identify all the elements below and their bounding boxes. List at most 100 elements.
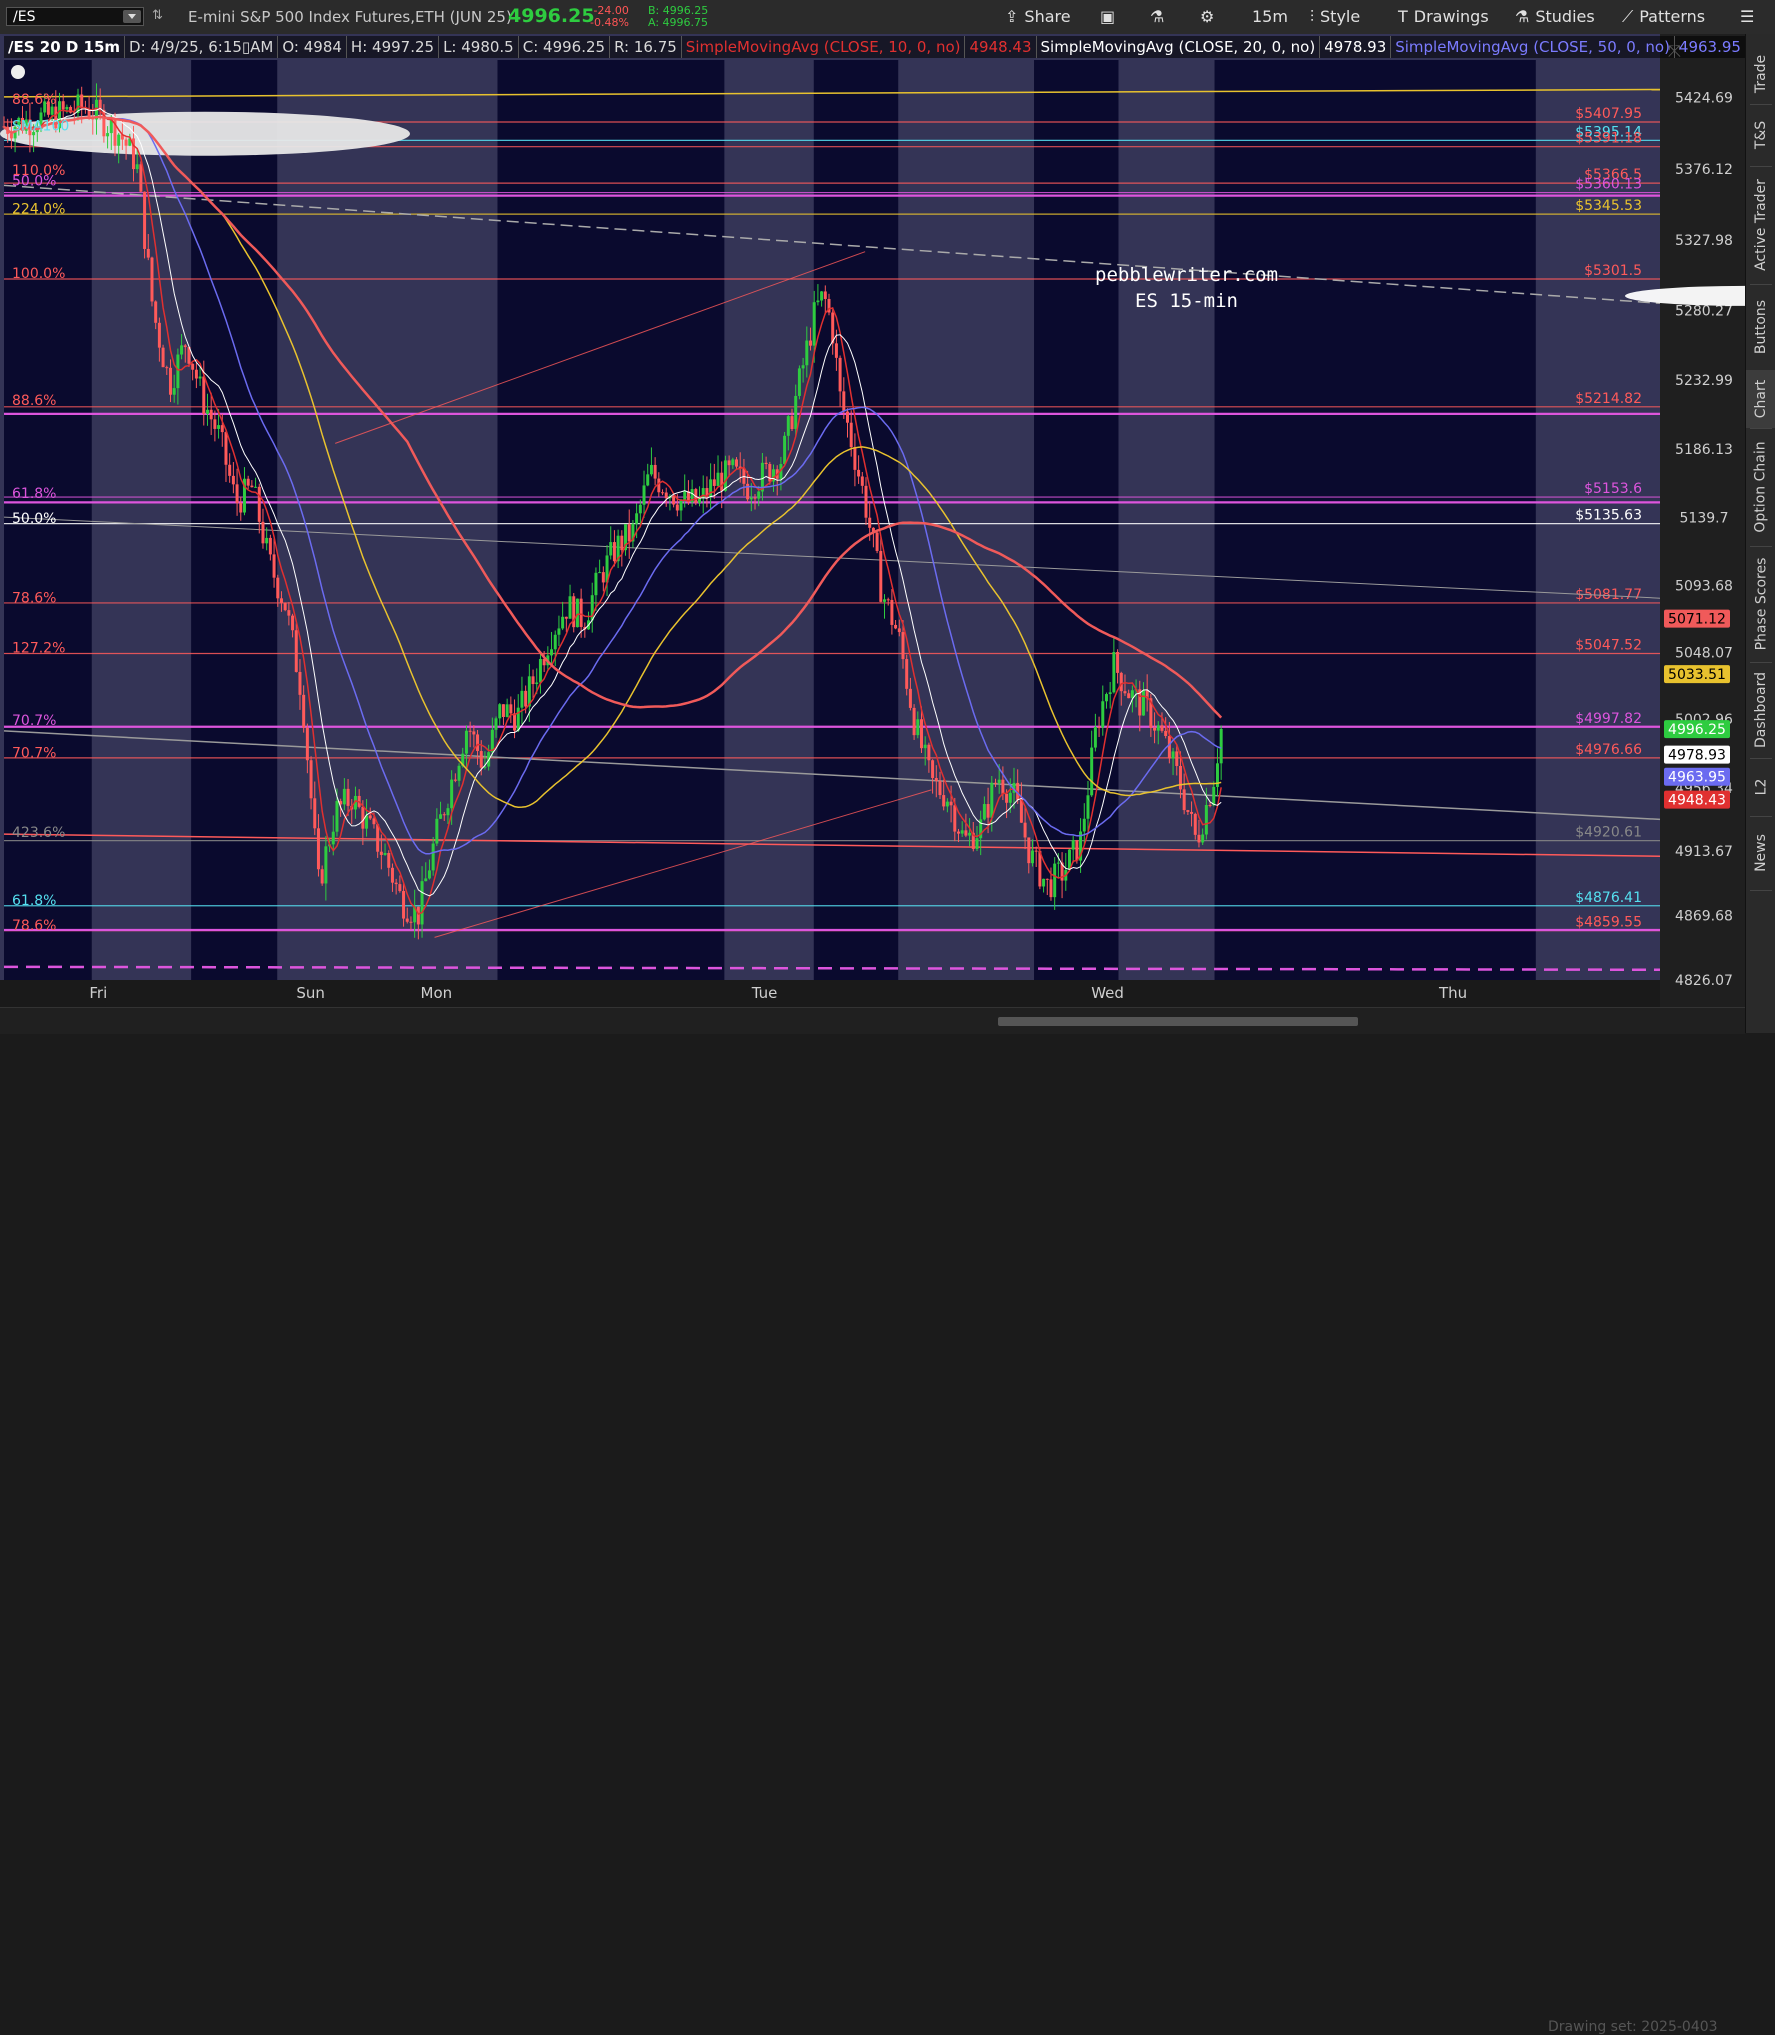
sidebar-tab-buttons[interactable]: Buttons xyxy=(1746,284,1775,370)
sidebar-tab-t-s[interactable]: T&S xyxy=(1746,104,1775,166)
sma20-label[interactable]: SimpleMovingAvg (CLOSE, 20, 0, no) xyxy=(1036,36,1321,58)
candle-body xyxy=(1045,878,1049,880)
candle-body xyxy=(550,649,554,656)
candle-body xyxy=(990,782,994,818)
time-label: Thu xyxy=(1439,984,1468,1002)
overnight-band xyxy=(813,60,899,980)
candle-body xyxy=(916,719,920,736)
candle-body xyxy=(601,572,605,583)
candle-body xyxy=(982,804,986,820)
candle-body xyxy=(427,870,431,879)
candle-body xyxy=(964,830,968,836)
candle-body xyxy=(727,460,731,466)
price-chart[interactable]: 5424.695376.125327.985280.275232.995186.… xyxy=(0,34,1745,1007)
candle-body xyxy=(897,628,901,633)
candle-body xyxy=(416,906,420,925)
price-tick-label: 5186.13 xyxy=(1675,442,1733,458)
flask-icon: ⚗ xyxy=(1515,7,1530,26)
timeframe-button[interactable]: 15m xyxy=(1252,0,1288,34)
sma50-label[interactable]: SimpleMovingAvg (CLOSE, 50, 0, no) xyxy=(1391,36,1675,58)
candle-body xyxy=(224,432,228,465)
candle-body xyxy=(809,340,813,346)
candle-body xyxy=(494,718,498,730)
right-sidebar: Trade T&S Active Trader Buttons Chart Option … xyxy=(1745,34,1775,1033)
candle-body xyxy=(272,554,276,578)
candle-body xyxy=(168,367,172,395)
horizontal-scrollbar[interactable]: Drawing set: 2025-0403 xyxy=(0,1007,1745,2035)
candle-body xyxy=(642,485,646,505)
sidebar-tab-dashboard[interactable]: Dashboard xyxy=(1746,662,1775,758)
drawing-set-label: Drawing set: 2025-0403 xyxy=(1548,2019,1718,2035)
bar-range: R: 16.75 xyxy=(610,36,682,58)
sidebar-tab-option-chain[interactable]: Option Chain xyxy=(1746,428,1775,546)
candle-body xyxy=(579,598,583,627)
candle-body xyxy=(653,464,657,479)
candle-body xyxy=(712,479,716,486)
candle-body xyxy=(919,719,923,749)
flask-button[interactable]: ⚗ xyxy=(1150,0,1170,34)
candle-body xyxy=(942,795,946,807)
sidebar-tab-news[interactable]: News xyxy=(1746,816,1775,890)
candle-body xyxy=(431,843,435,871)
candle-body xyxy=(764,462,768,465)
sidebar-tab-active-trader[interactable]: Active Trader xyxy=(1746,166,1775,284)
candle-body xyxy=(291,615,295,631)
candle-body xyxy=(783,435,787,465)
sidebar-tab-chart[interactable]: Chart xyxy=(1746,370,1775,428)
candle-body xyxy=(342,788,346,805)
patterns-button[interactable]: ⟋ Patterns xyxy=(1622,0,1705,34)
candle-body xyxy=(879,550,883,602)
candle-body xyxy=(538,658,542,683)
candle-body xyxy=(117,134,121,146)
candle-body xyxy=(331,831,335,845)
pattern-icon: ⟋ xyxy=(1622,7,1634,26)
menu-button[interactable]: ☰ xyxy=(1740,0,1760,34)
candle-body xyxy=(209,409,213,420)
candle-body xyxy=(183,345,187,348)
sidebar-tab-phase-scores[interactable]: Phase Scores xyxy=(1746,546,1775,662)
drawings-button[interactable]: T Drawings xyxy=(1398,0,1489,34)
candle-body xyxy=(838,357,842,392)
sidebar-tab-trade[interactable]: Trade xyxy=(1746,44,1775,104)
sma20-value: 4978.93 xyxy=(1320,36,1392,58)
candle-body xyxy=(394,882,398,885)
candle-body xyxy=(1053,863,1057,898)
candle-body xyxy=(886,599,890,601)
candle-body xyxy=(1141,690,1145,716)
sidebar-tab-l2[interactable]: L2 xyxy=(1746,758,1775,816)
candle-body xyxy=(535,682,539,685)
level-label: $4920.61 xyxy=(1575,825,1642,841)
style-button[interactable]: ⫶ Style xyxy=(1310,0,1360,34)
settings-button[interactable]: ⚙ xyxy=(1200,0,1220,34)
candle-body xyxy=(320,869,324,884)
sidebar-tab-label: News xyxy=(1753,834,1769,872)
candle-body xyxy=(194,369,198,379)
link-icon[interactable]: ⇅ xyxy=(152,8,164,26)
toolbar: /ES ⇅ E-mini S&P 500 Index Futures,ETH (… xyxy=(0,0,1775,35)
candle-body xyxy=(379,851,383,855)
chevron-down-icon[interactable] xyxy=(123,10,141,23)
candle-body xyxy=(905,659,909,689)
price-tick-label: 5093.68 xyxy=(1675,578,1733,594)
scroll-thumb[interactable] xyxy=(998,1017,1358,1026)
candle-body xyxy=(217,425,221,429)
candle-body xyxy=(501,704,505,717)
candle-body xyxy=(1164,730,1168,737)
studies-button[interactable]: ⚗ Studies xyxy=(1515,0,1595,34)
divider xyxy=(1750,890,1772,891)
snapshot-button[interactable]: ▣ xyxy=(1100,0,1121,34)
share-button[interactable]: ⇪ Share xyxy=(1005,0,1071,34)
bar-low: L: 4980.5 xyxy=(439,36,519,58)
candle-body xyxy=(65,106,69,110)
candle-body xyxy=(368,815,372,819)
candle-body xyxy=(180,345,184,355)
overnight-band xyxy=(1214,60,1440,980)
candle-body xyxy=(1167,736,1171,759)
sma10-label[interactable]: SimpleMovingAvg (CLOSE, 10, 0, no) xyxy=(681,36,966,58)
candle-body xyxy=(908,688,912,708)
net-change: -24.00 -0.48% xyxy=(590,5,629,29)
candle-body xyxy=(960,830,964,834)
symbol-selector[interactable]: /ES xyxy=(6,7,144,26)
candle-body xyxy=(1197,834,1201,843)
fib-label: 61.8% xyxy=(12,486,56,502)
